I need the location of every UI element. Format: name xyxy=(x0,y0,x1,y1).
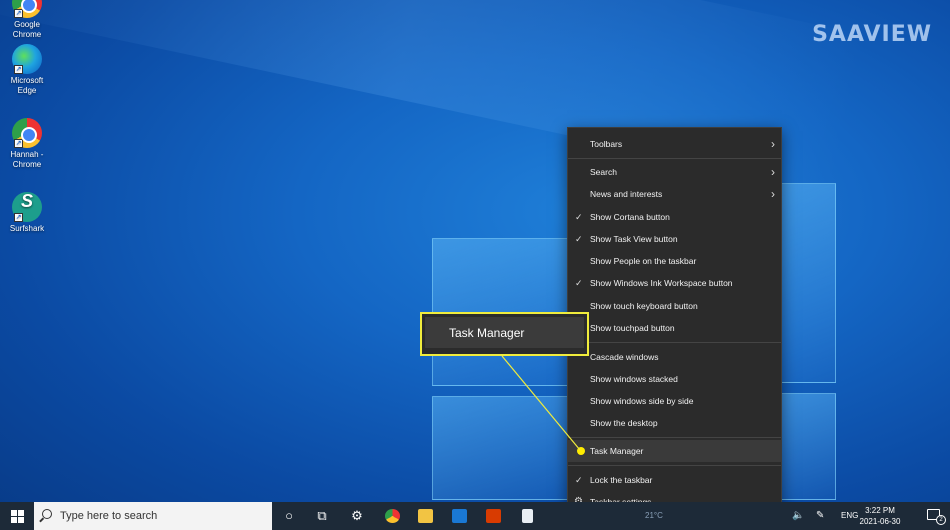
clock-date: 2021-06-30 xyxy=(859,517,901,526)
notification-center-icon[interactable]: 2 xyxy=(927,509,946,525)
mail-icon xyxy=(451,509,467,523)
menu-item-news-and-interests[interactable]: News and interests › xyxy=(568,183,781,205)
task-view-button[interactable]: ⧉ xyxy=(305,502,339,530)
wallpaper-logo-pane xyxy=(432,396,582,500)
desktop-icon-surfshark[interactable]: ↗ Surfshark xyxy=(4,192,50,234)
menu-item-show-desktop[interactable]: Show the desktop xyxy=(568,412,781,434)
chevron-right-icon: › xyxy=(771,187,775,201)
taskbar-file-explorer[interactable] xyxy=(408,502,442,530)
menu-item-label: Show windows side by side xyxy=(590,396,694,406)
volume-icon[interactable]: 🔈 xyxy=(792,502,804,530)
checkmark-icon: ✓ xyxy=(575,234,583,244)
menu-item-label: Show People on the taskbar xyxy=(590,256,697,266)
desktop-icon-google-chrome[interactable]: ↗ Google Chrome xyxy=(4,0,50,40)
menu-item-label: Task Manager xyxy=(590,446,644,456)
menu-item-show-task-view-button[interactable]: ✓ Show Task View button xyxy=(568,228,781,250)
checkmark-icon: ✓ xyxy=(575,475,583,485)
menu-item-show-ink-workspace[interactable]: ✓ Show Windows Ink Workspace button xyxy=(568,272,781,294)
menu-item-label: Show windows stacked xyxy=(590,374,678,384)
highlight-dot-icon xyxy=(577,447,585,455)
watermark-logo: SAAVIEW xyxy=(812,22,932,47)
menu-item-label: Show the desktop xyxy=(590,418,658,428)
taskbar-context-menu: Toolbars › Search › News and interests ›… xyxy=(567,127,782,515)
checkmark-icon: ✓ xyxy=(575,278,583,288)
taskbar-office-app[interactable] xyxy=(476,502,510,530)
menu-item-label: News and interests xyxy=(590,189,663,199)
menu-item-show-people[interactable]: Show People on the taskbar xyxy=(568,250,781,272)
menu-separator xyxy=(568,342,781,343)
wallpaper-logo-pane xyxy=(780,183,836,383)
menu-item-label: Show touchpad button xyxy=(590,323,675,333)
desktop-icon-label: Google Chrome xyxy=(12,20,42,39)
menu-item-task-manager[interactable]: Task Manager xyxy=(568,440,781,462)
chrome-icon: ↗ xyxy=(12,0,42,18)
menu-item-label: Lock the taskbar xyxy=(590,475,653,485)
cortana-circle-icon: ○ xyxy=(285,508,293,523)
callout-label: Task Manager xyxy=(425,317,584,348)
taskbar-chrome-app[interactable] xyxy=(375,502,409,530)
taskbar: Type here to search ○ ⧉ ⚙ 21°C 🔈 ✎ ENG 3… xyxy=(0,502,950,530)
desktop-icon-label: Hannah - Chrome xyxy=(10,150,44,169)
checkmark-icon: ✓ xyxy=(575,212,583,222)
chevron-right-icon: › xyxy=(771,165,775,179)
chevron-right-icon: › xyxy=(771,137,775,151)
task-view-icon: ⧉ xyxy=(317,508,327,523)
menu-separator xyxy=(568,465,781,466)
system-clock[interactable]: 3:22 PM 2021-06-30 xyxy=(850,505,910,527)
menu-item-label: Toolbars xyxy=(590,139,623,149)
menu-item-toolbars[interactable]: Toolbars › xyxy=(568,133,781,155)
menu-item-show-windows-side-by-side[interactable]: Show windows side by side xyxy=(568,390,781,412)
taskbar-search-box[interactable]: Type here to search xyxy=(34,502,272,530)
surfshark-icon: ↗ xyxy=(12,192,42,222)
menu-item-cascade-windows[interactable]: Cascade windows xyxy=(568,346,781,368)
menu-item-label: Show Windows Ink Workspace button xyxy=(590,278,733,288)
menu-item-lock-taskbar[interactable]: ✓ Lock the taskbar xyxy=(568,469,781,491)
chrome-profile-icon: ↗ xyxy=(12,118,42,148)
weather-widget[interactable]: 21°C xyxy=(645,502,663,530)
search-icon xyxy=(42,509,52,519)
cortana-button[interactable]: ○ xyxy=(272,502,306,530)
search-placeholder: Type here to search xyxy=(60,510,158,522)
menu-separator xyxy=(568,158,781,159)
chrome-icon xyxy=(384,509,400,523)
menu-item-label: Show touch keyboard button xyxy=(590,301,698,311)
menu-item-show-touchpad[interactable]: Show touchpad button xyxy=(568,317,781,339)
menu-item-label: Search xyxy=(590,167,617,177)
taskbar-notepad-app[interactable] xyxy=(510,502,544,530)
menu-item-show-touch-keyboard[interactable]: Show touch keyboard button xyxy=(568,295,781,317)
taskbar-mail-app[interactable] xyxy=(442,502,476,530)
document-icon xyxy=(521,509,533,523)
menu-item-show-windows-stacked[interactable]: Show windows stacked xyxy=(568,368,781,390)
edge-icon: ↗ xyxy=(12,44,42,74)
menu-item-label: Show Task View button xyxy=(590,234,678,244)
gear-icon: ⚙ xyxy=(351,508,363,523)
clock-time: 3:22 PM xyxy=(865,506,895,515)
menu-separator xyxy=(568,437,781,438)
folder-icon xyxy=(417,509,433,523)
menu-item-label: Show Cortana button xyxy=(590,212,670,222)
menu-item-show-cortana-button[interactable]: ✓ Show Cortana button xyxy=(568,206,781,228)
taskbar-settings-app[interactable]: ⚙ xyxy=(340,502,374,530)
desktop-icon-hannah-chrome[interactable]: ↗ Hannah - Chrome xyxy=(4,118,50,170)
notification-count-badge: 2 xyxy=(936,515,946,525)
office-icon xyxy=(485,509,501,523)
menu-item-search[interactable]: Search › xyxy=(568,161,781,183)
desktop-icon-microsoft-edge[interactable]: ↗ Microsoft Edge xyxy=(4,44,50,96)
menu-item-label: Cascade windows xyxy=(590,352,659,362)
start-button[interactable] xyxy=(0,502,34,530)
wallpaper-logo-pane xyxy=(780,393,836,500)
pen-icon[interactable]: ✎ xyxy=(816,502,824,530)
desktop-icon-label: Surfshark xyxy=(9,224,45,233)
task-manager-callout: Task Manager xyxy=(420,312,589,356)
desktop-icon-label: Microsoft Edge xyxy=(10,76,44,95)
